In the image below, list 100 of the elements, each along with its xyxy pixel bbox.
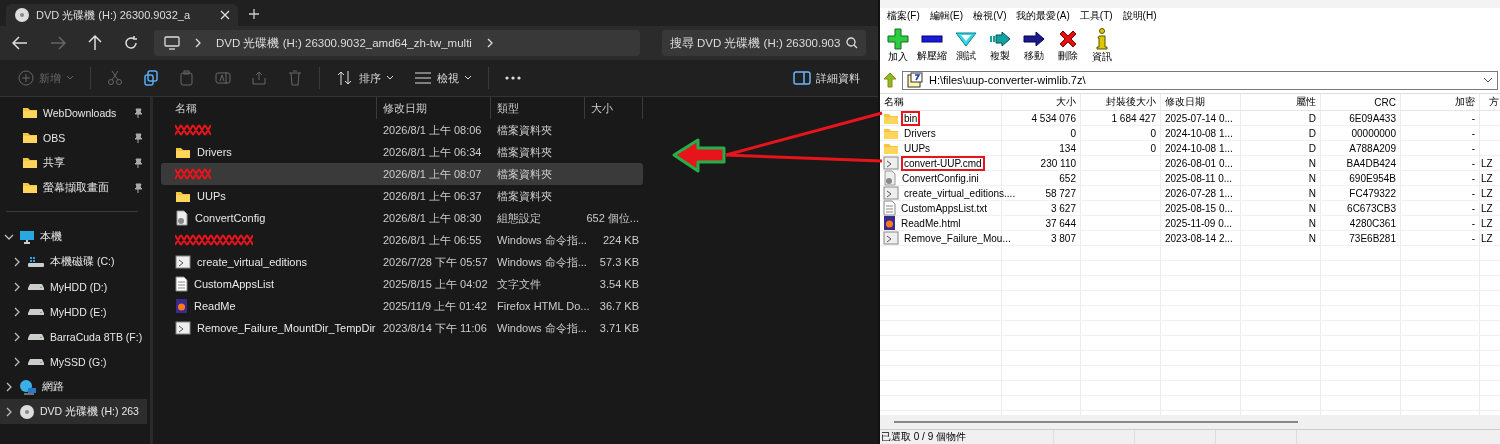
sort-button[interactable]: 排序 xyxy=(328,66,402,90)
column-header[interactable]: 大小 xyxy=(585,97,643,119)
view-button[interactable]: 檢視 xyxy=(406,66,480,90)
browser-tab[interactable]: DVD 光碟機 (H:) 26300.9032_a xyxy=(6,4,238,26)
quick-access-item[interactable]: 螢幕擷取畫面 xyxy=(0,175,147,200)
back-button[interactable] xyxy=(12,36,28,50)
plus-icon xyxy=(18,70,34,86)
file-name: Drivers xyxy=(903,126,937,141)
arrow-icon xyxy=(1023,30,1045,47)
redaction-scribble xyxy=(175,124,211,136)
menu-item[interactable]: 編輯(E) xyxy=(924,9,969,23)
disc-icon xyxy=(14,7,30,23)
back-arrow-icon xyxy=(12,36,28,50)
plus-icon xyxy=(887,28,909,50)
column-header[interactable]: 屬性 xyxy=(1241,94,1321,110)
chevron-right-icon xyxy=(13,256,21,267)
chevron-right-icon xyxy=(13,306,21,317)
quick-access-item[interactable]: 共享 xyxy=(0,150,147,175)
archive-row[interactable]: UUPs 134 0 2024-10-08 1... D A788A209 - xyxy=(880,141,1500,156)
new-tab-button[interactable] xyxy=(248,8,260,20)
column-header[interactable]: 加密 xyxy=(1401,94,1480,110)
forward-button[interactable] xyxy=(50,36,66,50)
extract-button[interactable]: 解壓縮 xyxy=(916,26,948,66)
menu-item[interactable]: 我的最愛(A) xyxy=(1011,9,1075,23)
nav-tree-item[interactable]: 本機磁碟 (C:) xyxy=(0,249,147,274)
nav-tree-item[interactable]: MyHDD (D:) xyxy=(0,274,147,299)
add-button[interactable]: 加入 xyxy=(882,26,914,66)
file-name: ConvertConfig.ini xyxy=(901,171,980,186)
column-header[interactable]: 大小 xyxy=(1002,94,1081,110)
refresh-button[interactable] xyxy=(124,36,138,50)
quick-access-item[interactable]: WebDownloads xyxy=(0,100,147,125)
gear-file-icon xyxy=(883,170,897,186)
menu-item[interactable]: 檔案(F) xyxy=(882,9,925,23)
folder-icon xyxy=(175,189,191,203)
file-row[interactable]: create_virtual_editions 2026/7/28 下午 05:57 Windows 命令指... 57.3 KB xyxy=(161,251,643,273)
delete-button[interactable]: 刪除 xyxy=(1052,26,1084,66)
archive-row[interactable]: Remove_Failure_Mou... 3 807 2023-08-14 2... N 73E6B281 - LZ xyxy=(880,231,1500,246)
file-row[interactable]: ConvertConfig 2026/8/1 上午 08:30 組態設定 652 個位... xyxy=(161,207,643,229)
nav-tree-item[interactable]: MySSD (G:) xyxy=(0,349,147,374)
disc-icon xyxy=(19,403,35,420)
archive-row[interactable]: Drivers 0 0 2024-10-08 1... D 00000000 - xyxy=(880,126,1500,141)
column-header[interactable]: 修改日期 xyxy=(377,97,491,119)
column-header[interactable]: 方 xyxy=(1480,94,1500,110)
quick-access-item[interactable]: OBS xyxy=(0,125,147,150)
file-row[interactable]: Drivers 2026/8/1 上午 06:34 檔案資料夾 xyxy=(161,141,643,163)
column-header[interactable]: CRC xyxy=(1321,94,1401,110)
search-field[interactable]: 搜尋 DVD 光碟機 (H:) 26300.903 xyxy=(661,30,866,56)
file-row[interactable]: Remove_Failure_MountDir_TempDir 2023/8/14 下午 11:06 Windows 命令指... 3.71 KB xyxy=(161,317,643,339)
horizontal-scrollbar[interactable] xyxy=(880,415,1500,429)
menu-item[interactable]: 檢視(V) xyxy=(968,9,1012,23)
date-cell-text: 2026/7/28 下午 05:57 xyxy=(382,254,489,270)
type-cell-text: Windows 命令指... xyxy=(496,254,585,270)
chevron-right-icon xyxy=(13,331,21,342)
column-header[interactable]: 名稱 xyxy=(161,97,377,119)
path-field[interactable]: H:\files\uup-converter-wimlib.7z\ xyxy=(902,70,1498,90)
archive-row[interactable]: convert-UUP.cmd 230 110 2026-08-01 0... N BA4DB424 - LZ xyxy=(880,156,1500,171)
close-icon xyxy=(220,10,230,20)
column-header[interactable]: 封裝後大小 xyxy=(1081,94,1161,110)
size-cell-text: 57.3 KB xyxy=(598,256,640,268)
file-row[interactable]: 2026/8/1 上午 08:07 檔案資料夾 xyxy=(161,163,643,185)
archive-row[interactable]: CustomAppsList.txt 3 627 2025-08-15 0... N 6C673CB3 - LZ xyxy=(880,201,1500,216)
archive-row[interactable]: create_virtual_editions.... 58 727 2026-07-28 1... N FC479322 - LZ xyxy=(880,186,1500,201)
file-row[interactable]: UUPs 2026/8/1 上午 06:37 檔案資料夾 xyxy=(161,185,643,207)
nav-tree-item[interactable]: MyHDD (E:) xyxy=(0,299,147,324)
file-name: Drivers xyxy=(197,146,232,158)
lines-icon xyxy=(414,71,432,85)
up-arrow-icon xyxy=(882,72,898,88)
archive-row[interactable]: ReadMe.html 37 644 2025-11-09 0... N 4280C361 - LZ xyxy=(880,216,1500,231)
address-bar[interactable]: DVD 光碟機 (H:) 26300.9032_amd64_zh-tw_multi xyxy=(154,30,640,56)
nav-tree-item[interactable]: 本機 xyxy=(0,224,147,249)
up-button[interactable] xyxy=(88,35,102,51)
nav-tree-item[interactable]: DVD 光碟機 (H:) 263 xyxy=(0,399,147,424)
date-cell-text: 2026/8/1 上午 08:30 xyxy=(382,210,483,226)
move-button[interactable]: 移動 xyxy=(1018,26,1050,66)
html-file-icon xyxy=(175,298,188,314)
column-header[interactable]: 修改日期 xyxy=(1161,94,1241,110)
file-name: CustomAppsList.txt xyxy=(900,201,989,216)
pointer-arrow xyxy=(672,138,726,173)
archive-row[interactable]: ConvertConfig.ini 652 2025-08-11 0... N 690E954B - LZ xyxy=(880,171,1500,186)
test-button[interactable]: 測試 xyxy=(950,26,982,66)
nav-tree-item[interactable]: BarraCuda 8TB (F:) xyxy=(0,324,147,349)
file-row[interactable]: 2026/8/1 上午 06:55 Windows 命令指... 224 KB xyxy=(161,229,643,251)
copy-button[interactable]: 複製 xyxy=(984,26,1016,66)
script-file-icon xyxy=(883,156,899,170)
type-cell-text: 檔案資料夾 xyxy=(496,144,553,160)
menu-item[interactable]: 工具(T) xyxy=(1074,9,1118,23)
clipboard-icon xyxy=(179,70,195,86)
file-row[interactable]: 2026/8/1 上午 08:06 檔案資料夾 xyxy=(161,119,643,141)
details-button[interactable]: 詳細資料 xyxy=(785,66,868,90)
menu-item[interactable]: 說明(H) xyxy=(1117,9,1162,23)
column-header[interactable]: 名稱 xyxy=(880,94,1002,110)
column-header[interactable]: 類型 xyxy=(491,97,585,119)
up-folder-button[interactable] xyxy=(882,72,898,88)
file-row[interactable]: ReadMe 2025/11/9 上午 01:42 Firefox HTML Do... 36.7 KB xyxy=(161,295,643,317)
archive-row[interactable]: bin 4 534 076 1 684 427 2025-07-14 0... D 6E09A433 - xyxy=(880,111,1500,126)
minus-icon xyxy=(921,33,943,44)
nav-tree-item[interactable]: 網路 xyxy=(0,374,147,399)
file-row[interactable]: CustomAppsList 2025/8/15 上午 04:02 文字文件 3.54 KB xyxy=(161,273,643,295)
info-button[interactable]: 資訊 xyxy=(1086,26,1118,66)
drive-icon xyxy=(27,255,45,268)
